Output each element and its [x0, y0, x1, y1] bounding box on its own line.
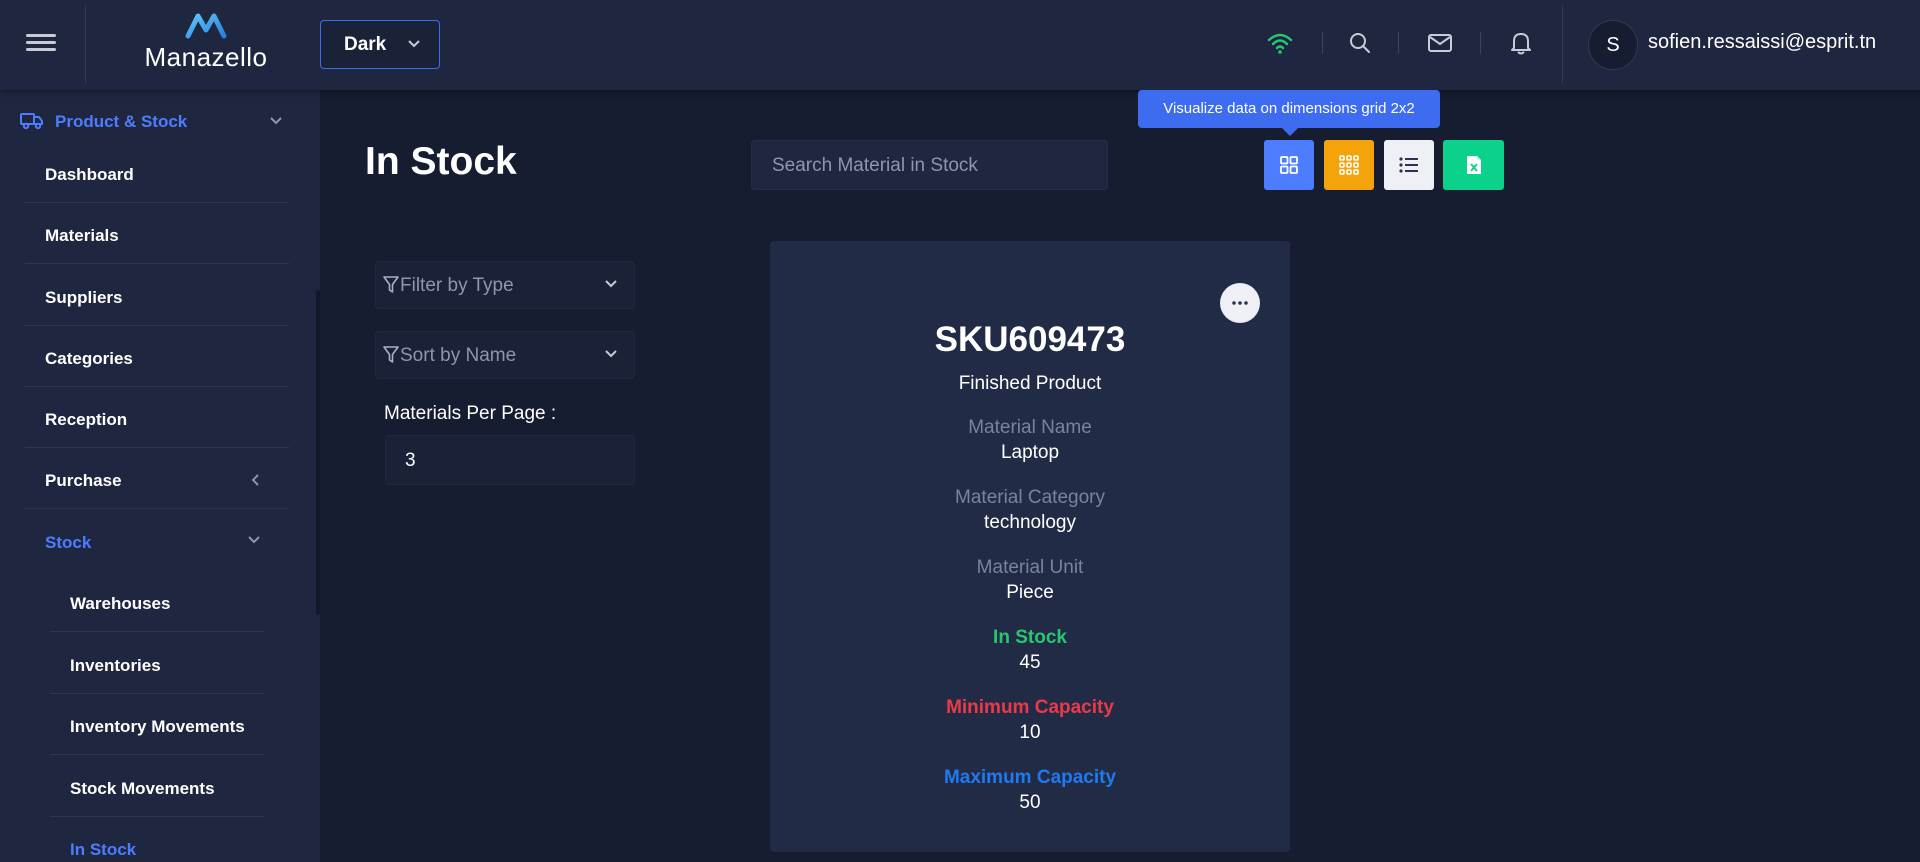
header-separator: [1322, 32, 1323, 54]
filter-by-type-label: Filter by Type: [400, 275, 514, 296]
chevron-down-icon: [605, 350, 617, 358]
list-icon: [1399, 157, 1418, 173]
sidebar-item-label: In Stock: [70, 840, 137, 859]
header-separator: [1480, 32, 1481, 54]
in-stock-value: 45: [1019, 652, 1041, 673]
material-card: SKU609473 Finished Product Material Name…: [770, 241, 1290, 852]
list-view-button[interactable]: [1384, 140, 1434, 190]
card-more-button[interactable]: [1220, 283, 1260, 323]
excel-icon: [1466, 156, 1481, 174]
filter-by-type-select[interactable]: Filter by Type: [375, 261, 635, 309]
sidebar-item-label: Inventory Movements: [70, 717, 245, 736]
material-category-label: Material Category: [955, 487, 1105, 508]
filter-icon: [383, 346, 399, 363]
material-category-value: technology: [984, 512, 1076, 533]
sidebar-item-product-stock[interactable]: Product & Stock: [20, 100, 295, 142]
material-unit-value: Piece: [1006, 582, 1054, 603]
sidebar: Product & Stock Dashboard Materials Supp…: [0, 90, 320, 862]
chevron-left-icon: [251, 474, 259, 486]
minimum-capacity-label: Minimum Capacity: [946, 697, 1114, 718]
search-placeholder: Search Material in Stock: [772, 155, 978, 176]
chevron-down-icon: [605, 280, 617, 288]
card-type: Finished Product: [958, 373, 1102, 394]
sidebar-item-label: Reception: [45, 410, 128, 429]
maximum-capacity-value: 50: [1019, 792, 1041, 813]
sidebar-item-label: Dashboard: [45, 165, 134, 184]
materials-per-page-label: Materials Per Page :: [384, 403, 557, 424]
grid-3x3-icon: [1339, 155, 1359, 175]
sidebar-item-label: Categories: [45, 349, 133, 368]
top-header: Manazello Dark S sofien.ressaissi@esprit…: [0, 0, 1920, 90]
sidebar-item-purchase[interactable]: Purchase: [25, 449, 289, 509]
sidebar-scrollbar[interactable]: [316, 290, 320, 615]
filter-icon: [383, 276, 399, 293]
sidebar-subitem-in-stock[interactable]: In Stock: [50, 817, 264, 862]
sidebar-item-label: Inventories: [70, 656, 161, 675]
sidebar-item-materials[interactable]: Materials: [25, 204, 289, 264]
wifi-icon[interactable]: [1267, 30, 1293, 56]
maximum-capacity-label: Maximum Capacity: [943, 767, 1117, 788]
sidebar-item-label: Stock Movements: [70, 779, 215, 798]
logo-mark-icon: [185, 13, 227, 39]
header-divider: [85, 6, 86, 84]
material-unit-label: Material Unit: [976, 557, 1084, 578]
chevron-down-icon: [270, 117, 282, 125]
sidebar-item-suppliers[interactable]: Suppliers: [25, 266, 289, 326]
sidebar-item-label: Product & Stock: [55, 112, 188, 131]
sidebar-subitem-inventories[interactable]: Inventories: [50, 633, 264, 694]
bell-icon[interactable]: [1508, 30, 1534, 56]
theme-select[interactable]: Dark: [320, 20, 440, 69]
app-logo[interactable]: Manazello: [136, 10, 276, 78]
grid-2x2-view-button[interactable]: [1264, 140, 1314, 190]
truck-icon: [20, 113, 43, 130]
theme-select-value: Dark: [344, 34, 387, 55]
user-avatar[interactable]: S: [1588, 20, 1638, 70]
sidebar-item-label: Materials: [45, 226, 119, 245]
page-title: In Stock: [365, 140, 517, 183]
sidebar-item-label: Warehouses: [70, 594, 171, 613]
materials-per-page-input[interactable]: 3: [385, 435, 635, 485]
more-horizontal-icon: [1232, 301, 1248, 305]
card-sku: SKU609473: [934, 320, 1126, 359]
sidebar-item-label: Stock: [45, 533, 92, 552]
header-separator: [1398, 32, 1399, 54]
menu-toggle-icon[interactable]: [26, 30, 56, 60]
sort-by-name-select[interactable]: Sort by Name: [375, 331, 635, 379]
chevron-down-icon: [408, 40, 420, 48]
user-email[interactable]: sofien.ressaissi@esprit.tn: [1648, 31, 1876, 54]
minimum-capacity-value: 10: [1019, 722, 1041, 743]
view-tooltip: Visualize data on dimensions grid 2x2: [1138, 90, 1440, 128]
sidebar-item-label: Purchase: [45, 471, 122, 490]
sidebar-subitem-warehouses[interactable]: Warehouses: [50, 571, 264, 632]
grid-2x2-icon: [1280, 156, 1298, 174]
materials-per-page-value: 3: [405, 450, 416, 471]
mail-icon[interactable]: [1427, 30, 1453, 56]
export-excel-button[interactable]: [1443, 140, 1504, 190]
sidebar-subitem-inventory-movements[interactable]: Inventory Movements: [50, 694, 264, 755]
sidebar-item-label: Suppliers: [45, 288, 123, 307]
tooltip-arrow: [1282, 128, 1298, 136]
sidebar-item-dashboard[interactable]: Dashboard: [25, 143, 289, 203]
in-stock-label: In Stock: [993, 627, 1067, 648]
search-icon[interactable]: [1347, 30, 1373, 56]
grid-3x3-view-button[interactable]: [1324, 140, 1374, 190]
material-name-value: Laptop: [1000, 442, 1060, 463]
chevron-down-icon: [248, 536, 260, 544]
search-input[interactable]: Search Material in Stock: [751, 140, 1108, 190]
sidebar-item-reception[interactable]: Reception: [25, 388, 289, 448]
material-name-label: Material Name: [968, 417, 1092, 438]
header-divider: [1562, 6, 1563, 84]
logo-text: Manazello: [144, 42, 268, 72]
sort-by-name-label: Sort by Name: [400, 345, 517, 366]
sidebar-item-stock[interactable]: Stock: [25, 511, 289, 571]
sidebar-subitem-stock-movements[interactable]: Stock Movements: [50, 756, 264, 817]
sidebar-item-categories[interactable]: Categories: [25, 327, 289, 387]
